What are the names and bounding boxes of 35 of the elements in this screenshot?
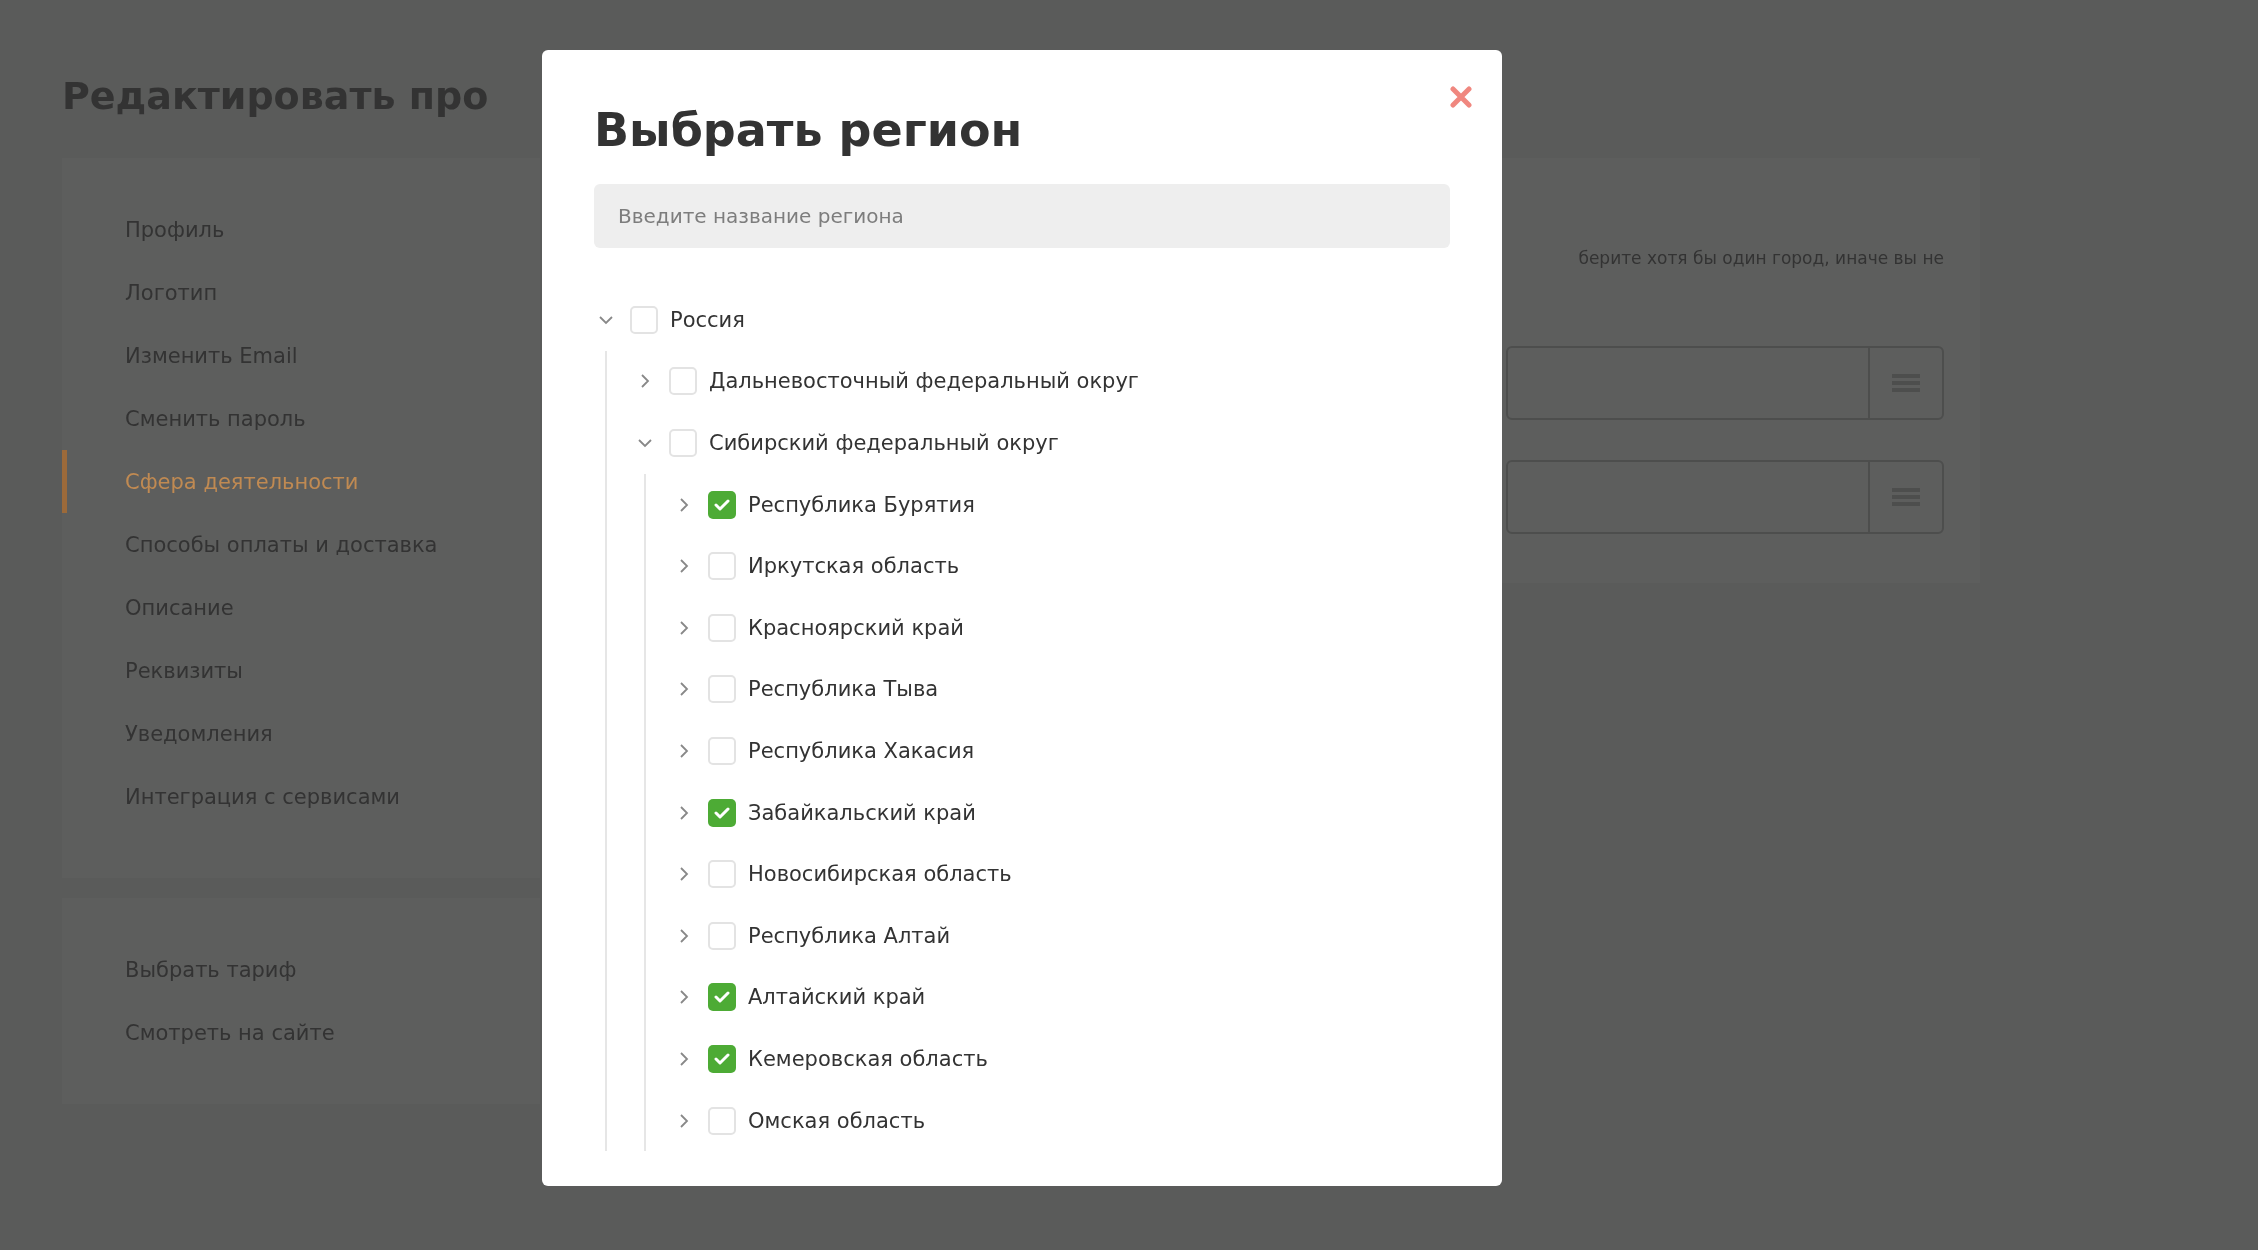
checkbox[interactable] [669, 367, 697, 396]
tree-item-label[interactable]: Новосибирская область [748, 862, 1012, 887]
checkbox[interactable] [708, 860, 736, 889]
search-field[interactable]: Введите название региона [594, 184, 1450, 248]
checkbox[interactable] [708, 1044, 736, 1073]
tree-item-label[interactable]: Дальневосточный федеральный округ [709, 369, 1139, 394]
checkbox[interactable] [708, 613, 736, 642]
tree-item-label[interactable]: Республика Алтай [748, 923, 951, 948]
checkbox[interactable] [708, 552, 736, 581]
checkbox[interactable] [708, 1106, 736, 1135]
tree-item-label[interactable]: Красноярский край [748, 615, 964, 640]
checkbox[interactable] [669, 429, 697, 457]
check-icon [714, 1051, 730, 1066]
tree-item-label[interactable]: Сибирский федеральный округ [709, 431, 1059, 455]
tree-item-label[interactable]: Республика Бурятия [748, 492, 975, 517]
check-icon [714, 805, 730, 820]
tree-item-label[interactable]: Россия [670, 307, 745, 332]
checkbox[interactable] [708, 736, 736, 765]
tree-item-label[interactable]: Забайкальский край [748, 800, 976, 825]
tree-item-label[interactable]: Омская область [748, 1108, 926, 1133]
tree-item-label[interactable]: Республика Хакасия [748, 738, 975, 763]
checkbox[interactable] [708, 921, 736, 950]
tree-item-label[interactable]: Кемеровская область [748, 1046, 988, 1071]
tree-item-label[interactable]: Иркутская область [748, 554, 960, 579]
check-icon [714, 990, 730, 1005]
tree-item-label[interactable]: Алтайский край [748, 985, 926, 1010]
tree-item-label[interactable]: Республика Тыва [748, 677, 939, 702]
close-icon[interactable] [1450, 86, 1472, 108]
checkbox[interactable] [708, 675, 736, 704]
checkbox[interactable] [630, 305, 658, 334]
checkbox[interactable] [708, 490, 736, 519]
check-icon [714, 497, 730, 512]
checkbox[interactable] [708, 798, 736, 827]
modal-title: Выбрать регион [594, 102, 1024, 158]
checkbox[interactable] [708, 983, 736, 1012]
